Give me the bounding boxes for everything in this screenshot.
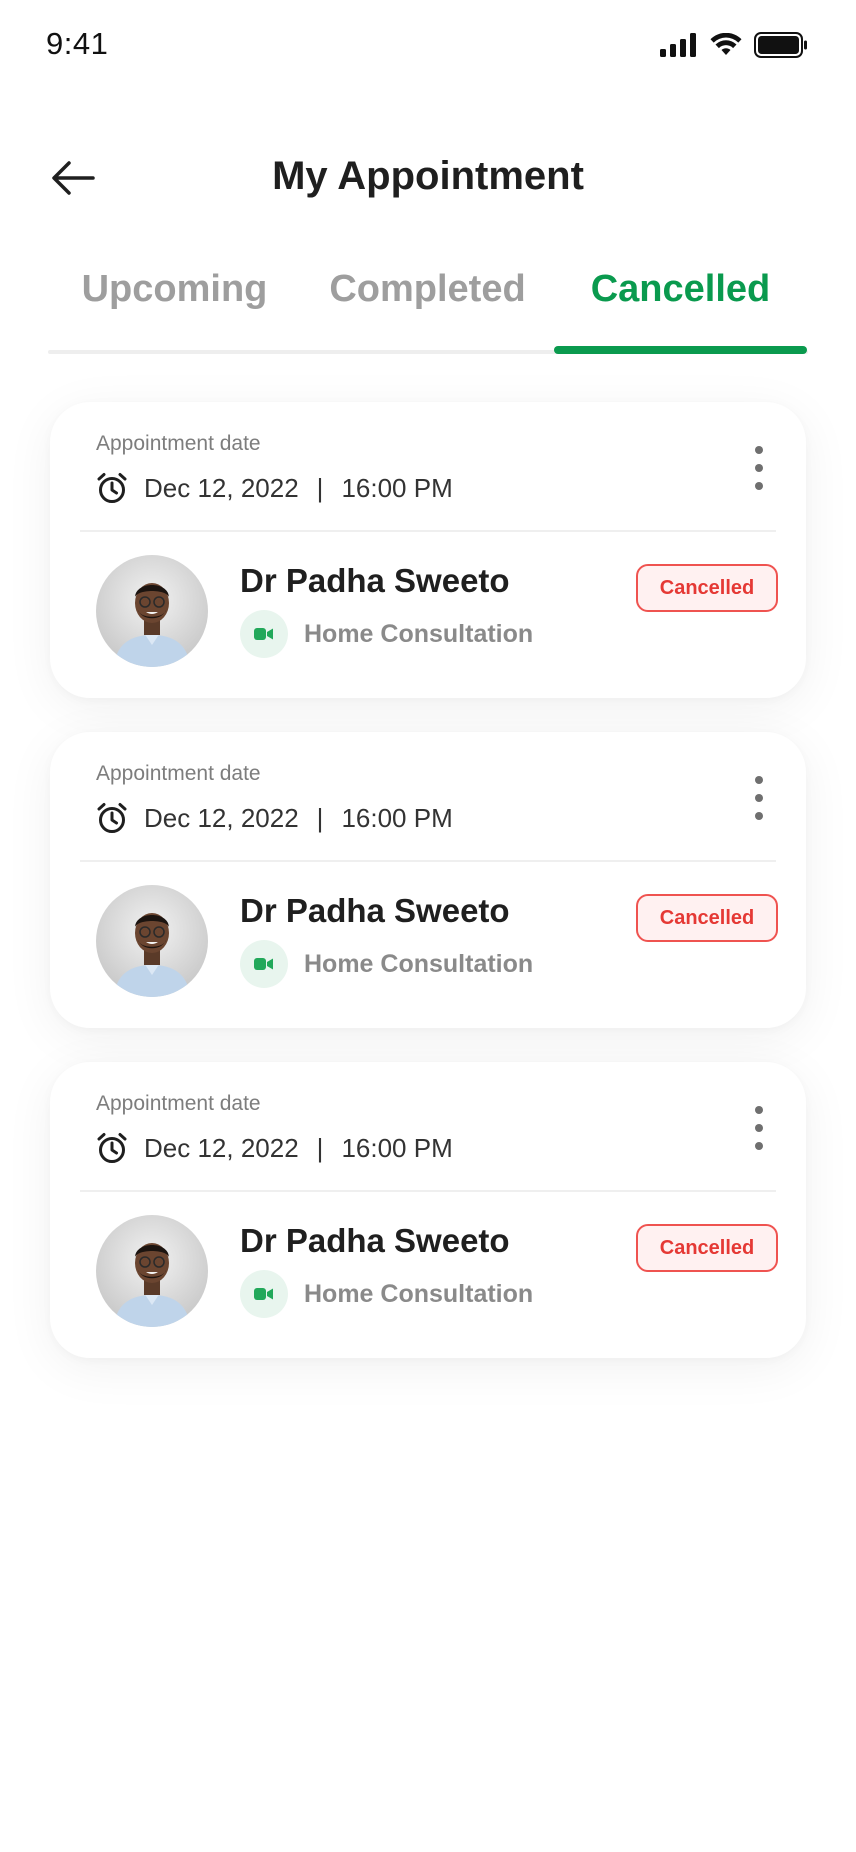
cellular-signal-icon — [660, 33, 698, 62]
tab-cancelled[interactable]: Cancelled — [554, 268, 807, 354]
datetime-separator: | — [316, 472, 324, 503]
appointment-datetime: Dec 12, 2022 | 16:00 PM — [96, 802, 453, 834]
more-vertical-icon[interactable] — [752, 776, 766, 820]
appointment-time: 16:00 PM — [341, 472, 453, 503]
tab-upcoming[interactable]: Upcoming — [48, 268, 301, 350]
consultation-type: Home Consultation — [240, 610, 533, 658]
status-badge: Cancelled — [636, 894, 778, 942]
status-time: 9:41 — [46, 26, 109, 61]
page-title: My Appointment — [272, 154, 584, 198]
status-bar: 9:41 — [0, 0, 856, 96]
doctor-name: Dr Padha Sweeto — [240, 562, 510, 599]
appointment-date-label: Appointment date — [96, 432, 261, 455]
battery-icon — [754, 32, 808, 63]
status-icons — [660, 32, 808, 63]
card-divider — [80, 860, 776, 862]
doctor-avatar — [96, 885, 208, 997]
appointment-card[interactable]: Appointment date Dec 12, 2022 | 16:00 PM… — [50, 1062, 806, 1358]
wifi-icon — [710, 32, 742, 62]
appointment-time: 16:00 PM — [341, 1132, 453, 1163]
video-camera-icon — [240, 940, 288, 988]
active-tab-indicator — [554, 346, 807, 354]
video-camera-icon — [240, 1270, 288, 1318]
appointment-date: Dec 12, 2022 — [144, 802, 299, 833]
doctor-avatar — [96, 1215, 208, 1327]
appointment-datetime: Dec 12, 2022 | 16:00 PM — [96, 472, 453, 504]
datetime-separator: | — [316, 802, 324, 833]
consultation-type: Home Consultation — [240, 940, 533, 988]
alarm-clock-icon — [96, 802, 128, 834]
doctor-name: Dr Padha Sweeto — [240, 1222, 510, 1259]
more-vertical-icon[interactable] — [752, 1106, 766, 1150]
doctor-name: Dr Padha Sweeto — [240, 892, 510, 929]
appointment-date: Dec 12, 2022 — [144, 1132, 299, 1163]
video-camera-icon — [240, 610, 288, 658]
alarm-clock-icon — [96, 1132, 128, 1164]
alarm-clock-icon — [96, 472, 128, 504]
consultation-label: Home Consultation — [304, 1279, 534, 1308]
appointment-date: Dec 12, 2022 — [144, 472, 299, 503]
appointment-date-label: Appointment date — [96, 1092, 261, 1115]
header: My Appointment — [0, 140, 856, 220]
datetime-separator: | — [316, 1132, 324, 1163]
consultation-label: Home Consultation — [304, 619, 534, 648]
tab-bar: Upcoming Completed Cancelled — [48, 268, 808, 354]
status-badge: Cancelled — [636, 564, 778, 612]
appointment-card[interactable]: Appointment date Dec 12, 2022 | 16:00 PM… — [50, 402, 806, 698]
status-badge: Cancelled — [636, 1224, 778, 1272]
tab-completed[interactable]: Completed — [301, 268, 554, 350]
consultation-label: Home Consultation — [304, 949, 534, 978]
card-divider — [80, 1190, 776, 1192]
appointment-time: 16:00 PM — [341, 802, 453, 833]
appointment-card[interactable]: Appointment date Dec 12, 2022 | 16:00 PM… — [50, 732, 806, 1028]
more-vertical-icon[interactable] — [752, 446, 766, 490]
appointment-date-label: Appointment date — [96, 762, 261, 785]
consultation-type: Home Consultation — [240, 1270, 533, 1318]
appointment-datetime: Dec 12, 2022 | 16:00 PM — [96, 1132, 453, 1164]
doctor-avatar — [96, 555, 208, 667]
card-divider — [80, 530, 776, 532]
